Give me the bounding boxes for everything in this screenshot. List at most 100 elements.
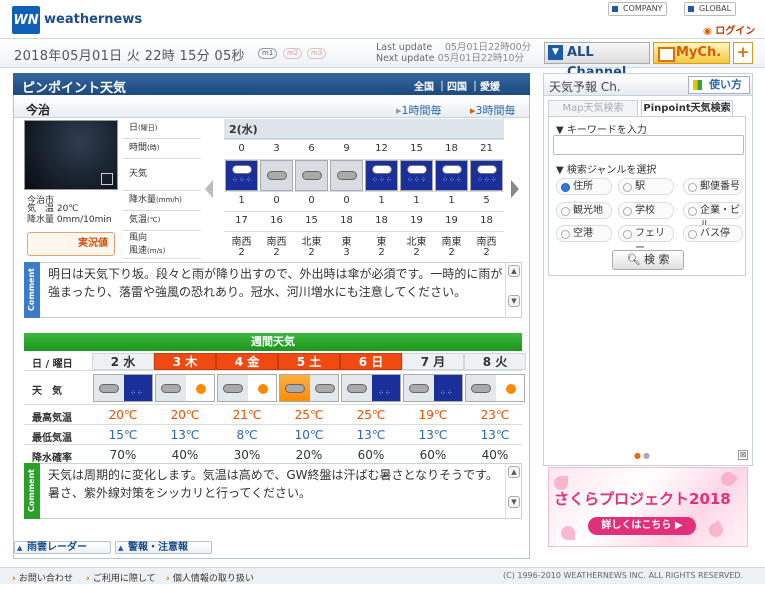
genre-radio[interactable]: 駅 bbox=[618, 178, 674, 195]
genre-radio[interactable]: 住所 bbox=[556, 178, 612, 195]
close-icon[interactable]: ⊠ bbox=[738, 450, 748, 460]
city-name: 今治 bbox=[26, 103, 51, 117]
cloud-shape bbox=[372, 165, 392, 174]
update-info: Last update 05月01日22時00分 Next update 05月… bbox=[376, 42, 531, 64]
weekly-min-cell: 15℃ bbox=[108, 428, 138, 442]
wind-dir-cell: 東 bbox=[341, 237, 352, 248]
label-sub: (mm/h) bbox=[156, 196, 182, 204]
wind-speed-cell: 2 bbox=[238, 247, 245, 258]
weathernews-logo[interactable]: WN bbox=[12, 6, 40, 34]
scroll-up-icon[interactable]: ▲ bbox=[508, 466, 520, 478]
cloud-shape bbox=[337, 171, 357, 180]
breadcrumb-ehime[interactable]: 愛媛 bbox=[480, 82, 500, 93]
cloud-shape bbox=[442, 165, 462, 174]
label-sub: (曜日) bbox=[138, 124, 158, 132]
howto-button[interactable]: 使い方 bbox=[688, 76, 750, 94]
genre-radio[interactable]: 郵便番号 bbox=[683, 178, 743, 195]
icon-half bbox=[156, 375, 186, 401]
row-label-rain: 降水量(mm/h) bbox=[123, 191, 201, 211]
comment-scrollbar[interactable]: ▲ ▼ bbox=[505, 464, 521, 518]
genre-radio[interactable]: 企業・ビル bbox=[683, 202, 743, 231]
temp-cell: 18 bbox=[340, 215, 353, 226]
camera-observations: 気 温 20℃ 降水量 0mm/10min bbox=[27, 204, 112, 226]
cloud-shape bbox=[409, 384, 429, 393]
cloud-icon bbox=[330, 160, 363, 191]
logo-text[interactable]: weathernews bbox=[44, 12, 142, 27]
tab-pinpoint-search[interactable]: Pinpoint天気検索 bbox=[641, 100, 733, 116]
next-arrow-icon[interactable] bbox=[511, 180, 519, 198]
genre-radio[interactable]: 空港 bbox=[556, 225, 612, 242]
add-channel-button[interactable]: + bbox=[733, 42, 753, 64]
cloud-shape bbox=[477, 165, 497, 174]
banner-detail-button[interactable]: 詳しくはこちら ▶ bbox=[588, 517, 696, 535]
genre-radio[interactable]: 学校 bbox=[618, 202, 674, 219]
login-link[interactable]: ログイン bbox=[703, 22, 755, 37]
temp-cell: 19 bbox=[410, 215, 423, 226]
wind-speed-cell: 2 bbox=[378, 247, 385, 258]
icon-half bbox=[280, 375, 310, 401]
rain-icon: ⁘⁘⁘ bbox=[365, 160, 398, 191]
weekly-max-cell: 20℃ bbox=[170, 408, 200, 422]
wind-speed-cell: 2 bbox=[483, 247, 490, 258]
genre-radio[interactable]: 観光地 bbox=[556, 202, 612, 219]
banner-title: さくらプロジェクト2018 bbox=[554, 490, 731, 508]
weekly-max-cell: 23℃ bbox=[480, 408, 510, 422]
keyword-input[interactable] bbox=[553, 135, 744, 155]
label-pop: 降水確率 bbox=[32, 453, 72, 464]
hour-cell: 15 bbox=[410, 143, 423, 154]
tab-map-search[interactable]: Map天気検索 bbox=[548, 100, 638, 116]
weekly-max-cell: 20℃ bbox=[108, 408, 138, 422]
tab-1hour[interactable]: ▸1時間毎 bbox=[396, 102, 442, 118]
warnings-link[interactable]: 警報・注意報 bbox=[115, 541, 212, 554]
search-button[interactable]: 🔍︎ 検 索 bbox=[612, 250, 684, 270]
footer-terms-link[interactable]: ご利用に際して bbox=[86, 571, 156, 584]
scroll-up-icon[interactable]: ▲ bbox=[508, 265, 520, 277]
pill-m1[interactable]: m1 bbox=[258, 48, 278, 59]
footer-contact-link[interactable]: お問い合わせ bbox=[12, 571, 73, 584]
weekly-pop-cell: 60% bbox=[419, 448, 447, 462]
scroll-down-icon[interactable]: ▼ bbox=[508, 496, 520, 508]
weekly-comment: 天気は周期的に変化します。気温は高めで、GW終盤は汗ばむ暑さとなりそうです。暑さ… bbox=[48, 468, 498, 500]
row-label-date: 日(曜日) bbox=[123, 119, 201, 139]
global-link[interactable]: GLOBAL bbox=[684, 2, 737, 16]
weekly-max-cell: 19℃ bbox=[418, 408, 448, 422]
genre-radio[interactable]: フェリー bbox=[618, 225, 674, 254]
breadcrumb-zenkoku[interactable]: 全国 bbox=[414, 82, 434, 93]
icon-half bbox=[310, 375, 338, 401]
wind-dir-cell: 南西 bbox=[266, 237, 287, 248]
pill-m3[interactable]: m3 bbox=[307, 48, 327, 59]
tab-3hour[interactable]: ▸3時間毎 bbox=[470, 102, 516, 118]
rain-radar-link[interactable]: 雨雲レーダー bbox=[14, 541, 111, 554]
tab-1hour-label: 1時間毎 bbox=[401, 104, 442, 117]
cloud-rain-icon: ⁘⁘ bbox=[341, 374, 401, 402]
pinpoint-comment: 明日は天気下り坂。段々と雨が降り出すので、外出時は傘が必須です。一時的に雨が強ま… bbox=[48, 267, 503, 299]
company-link[interactable]: COMPANY bbox=[608, 2, 668, 16]
mych-button[interactable]: MyCh. bbox=[653, 42, 730, 64]
rain-cell: 5 bbox=[483, 195, 490, 206]
row-label-weather: 天気 bbox=[123, 159, 201, 191]
pill-m2[interactable]: m2 bbox=[283, 48, 303, 59]
icon-half bbox=[248, 375, 276, 401]
scroll-down-icon[interactable]: ▼ bbox=[508, 295, 520, 307]
search-icon: 🔍︎ bbox=[626, 253, 641, 266]
icon-half bbox=[218, 375, 248, 401]
cloud-shape bbox=[223, 384, 243, 393]
sidebar-title: 天気予報 Ch. bbox=[549, 80, 621, 94]
prev-arrow-icon[interactable] bbox=[205, 180, 213, 198]
breadcrumb-shikoku[interactable]: 四国 bbox=[447, 82, 467, 93]
label-text: 風向 bbox=[129, 233, 148, 243]
carousel-dots[interactable]: ●● bbox=[634, 451, 652, 460]
sun-shape bbox=[505, 383, 517, 395]
live-camera-image[interactable] bbox=[24, 120, 118, 190]
comment-tab: Comment bbox=[24, 262, 40, 318]
last-update-label: Last update bbox=[376, 42, 433, 53]
weekly-min-cell: 13℃ bbox=[480, 428, 510, 442]
genre-radio[interactable]: バス停 bbox=[683, 225, 743, 242]
live-observation-button[interactable]: 実況値 bbox=[27, 232, 115, 256]
weekly-pop-cell: 70% bbox=[109, 448, 137, 462]
label-text: 気温 bbox=[129, 215, 148, 225]
footer-privacy-link[interactable]: 個人情報の取り扱い bbox=[166, 571, 254, 584]
label-sub: (時) bbox=[147, 144, 160, 152]
comment-scrollbar[interactable]: ▲ ▼ bbox=[505, 263, 521, 317]
all-channel-button[interactable]: ALL Channel bbox=[544, 42, 650, 80]
